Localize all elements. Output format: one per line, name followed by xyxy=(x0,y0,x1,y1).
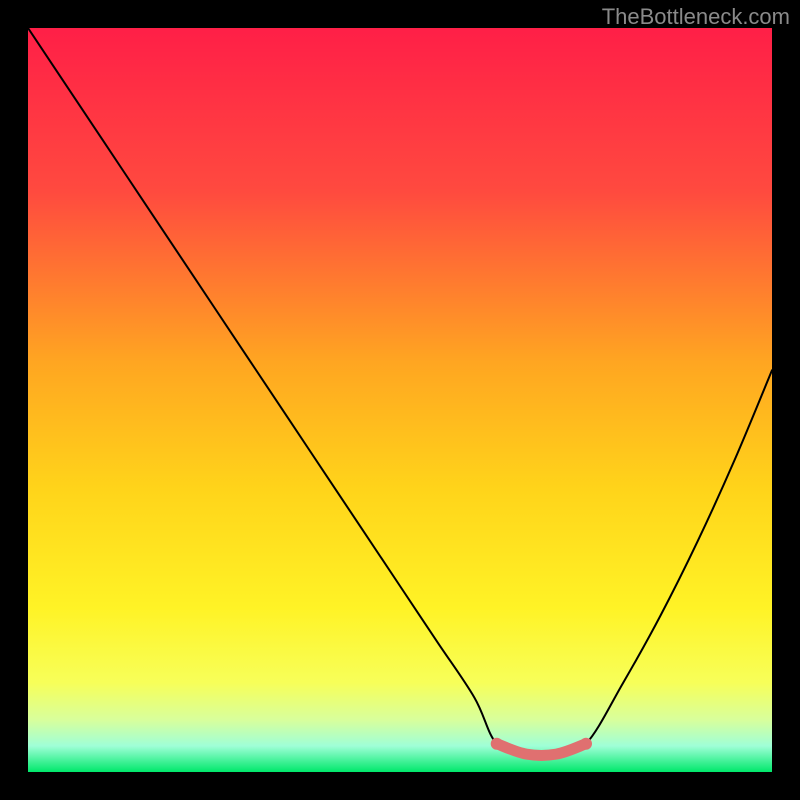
optimal-left-dot xyxy=(491,738,503,750)
optimal-right-dot xyxy=(580,738,592,750)
chart-frame: TheBottleneck.com xyxy=(0,0,800,800)
watermark-text: TheBottleneck.com xyxy=(602,4,790,30)
curve-layer xyxy=(28,28,772,772)
optimal-band xyxy=(497,744,586,756)
bottleneck-curve xyxy=(28,28,772,756)
plot-area xyxy=(28,28,772,772)
